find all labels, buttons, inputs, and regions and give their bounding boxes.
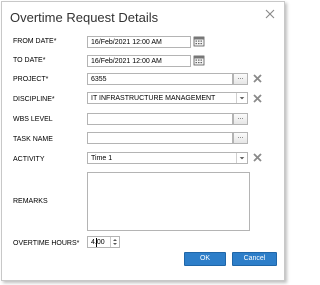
to-date-label: TO DATE* [13, 57, 46, 64]
text-cursor [96, 238, 97, 247]
remarks-label: REMARKS [13, 198, 48, 205]
calendar-icon[interactable] [193, 35, 205, 47]
calendar-icon[interactable] [193, 54, 205, 66]
task-name-label: TASK NAME [13, 136, 53, 143]
clear-x-icon[interactable] [253, 94, 262, 103]
to-date-input[interactable]: 16/Feb/2021 12:00 AM [87, 55, 191, 67]
wbs-level-input[interactable] [87, 113, 233, 125]
dialog-title: Overtime Request Details [10, 10, 159, 25]
wbs-level-label: WBS LEVEL [13, 116, 53, 123]
overtime-hours-stepper[interactable]: 4.00 [87, 236, 120, 248]
remarks-textarea[interactable] [87, 172, 250, 231]
task-name-input[interactable] [87, 132, 233, 144]
chevron-down-icon [236, 153, 245, 163]
overtime-hours-label: OVERTIME HOURS* [13, 240, 80, 247]
from-date-label: FROM DATE* [13, 38, 57, 45]
project-browse-button[interactable]: ... [233, 73, 248, 85]
ok-button[interactable]: OK [184, 252, 226, 266]
project-label: PROJECT* [13, 76, 49, 83]
cancel-button[interactable]: Cancel [232, 252, 277, 266]
activity-select[interactable]: Time 1 [87, 152, 248, 164]
activity-label: ACTIVITY [13, 156, 45, 163]
clear-x-icon[interactable] [253, 74, 262, 83]
chevron-down-icon [236, 93, 245, 103]
from-date-input[interactable]: 16/Feb/2021 12:00 AM [87, 36, 191, 48]
discipline-label: DISCIPLINE* [13, 96, 55, 103]
overtime-request-dialog: Overtime Request Details FROM DATE* 16/F… [1, 1, 285, 281]
project-input[interactable]: 6355 [87, 73, 233, 85]
task-name-browse-button[interactable]: ... [233, 132, 248, 144]
spinner-arrows-icon[interactable] [110, 237, 119, 247]
close-icon[interactable] [264, 8, 276, 20]
discipline-select[interactable]: IT INFRASTRUCTURE MANAGEMENT [87, 92, 248, 104]
clear-x-icon[interactable] [253, 153, 262, 162]
wbs-level-browse-button[interactable]: ... [233, 113, 248, 125]
